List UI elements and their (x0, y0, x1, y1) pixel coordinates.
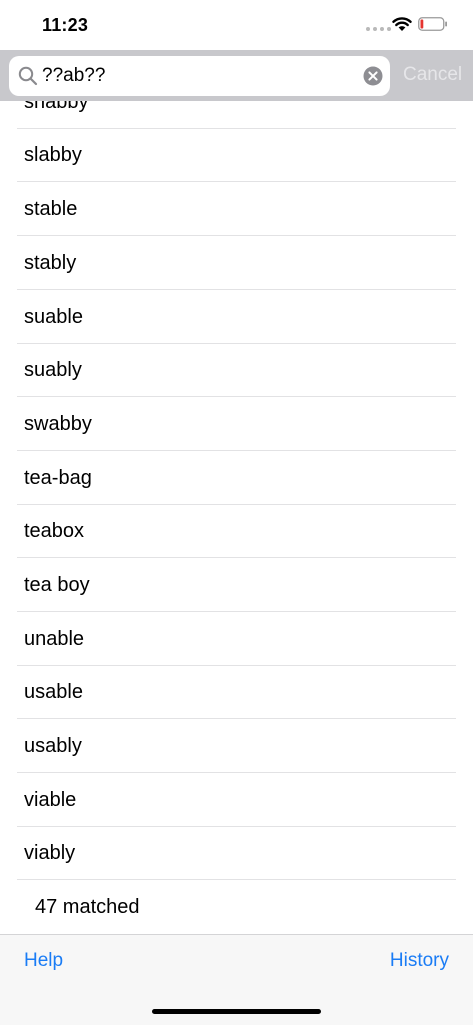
list-item-label: viable (24, 789, 77, 811)
list-item[interactable]: tea boy (0, 559, 473, 612)
list-separator (17, 879, 456, 880)
list-item-label: teabox (24, 520, 85, 542)
list-separator (17, 235, 456, 236)
list-separator (17, 772, 456, 773)
search-field[interactable] (9, 56, 390, 96)
home-indicator[interactable] (152, 1009, 321, 1014)
list-item[interactable]: unable (0, 613, 473, 666)
clear-search-icon[interactable] (363, 66, 383, 86)
list-item[interactable]: stably (0, 237, 473, 290)
list-item[interactable]: swabby (0, 398, 473, 451)
list-item-label: shabby (24, 101, 89, 113)
list-separator (17, 289, 456, 290)
list-item[interactable]: viable (0, 774, 473, 827)
list-item[interactable]: tea-bag (0, 452, 473, 505)
list-item-label: stable (24, 198, 78, 220)
list-item[interactable]: usable (0, 666, 473, 719)
cellular-signal-icon (366, 27, 391, 31)
list-separator (17, 557, 456, 558)
cancel-button[interactable]: Cancel (403, 64, 462, 86)
list-item[interactable]: shabby (0, 101, 473, 129)
list-separator (17, 396, 456, 397)
history-button[interactable]: History (390, 950, 449, 972)
list-item-label: viably (24, 842, 76, 864)
list-item-label: usably (24, 735, 82, 757)
list-separator (17, 611, 456, 612)
list-item[interactable]: teabox (0, 505, 473, 558)
list-item-label: unable (24, 628, 85, 650)
list-separator (17, 718, 456, 719)
list-item-label: swabby (24, 413, 92, 435)
list-separator (17, 181, 456, 182)
list-item-label: usable (24, 681, 83, 703)
list-item[interactable]: slabby (0, 129, 473, 182)
wifi-icon (392, 17, 412, 31)
list-separator (17, 450, 456, 451)
list-item-label: tea-bag (24, 467, 92, 489)
matched-count: 47 matched (35, 896, 140, 918)
list-item-label: suable (24, 306, 83, 328)
list-item-label: suably (24, 359, 82, 381)
bottom-toolbar: Help History (0, 934, 473, 1025)
search-icon (18, 66, 38, 86)
search-bar: Cancel (0, 50, 473, 101)
list-item[interactable]: suable (0, 291, 473, 344)
status-time: 11:23 (42, 15, 89, 35)
list-item-label: tea boy (24, 574, 90, 596)
search-input[interactable] (42, 56, 362, 96)
help-button[interactable]: Help (24, 950, 63, 972)
battery-icon (418, 17, 447, 31)
list-item[interactable]: stable (0, 183, 473, 236)
list-item-label: stably (24, 252, 77, 274)
status-bar: 11:23 (0, 0, 473, 50)
list-item-label: slabby (24, 144, 82, 166)
list-item[interactable]: viably (0, 827, 473, 880)
results-list[interactable]: shabby slabby stable stably suable suabl… (0, 101, 473, 934)
list-item[interactable]: suably (0, 344, 473, 397)
list-item[interactable]: usably (0, 720, 473, 773)
